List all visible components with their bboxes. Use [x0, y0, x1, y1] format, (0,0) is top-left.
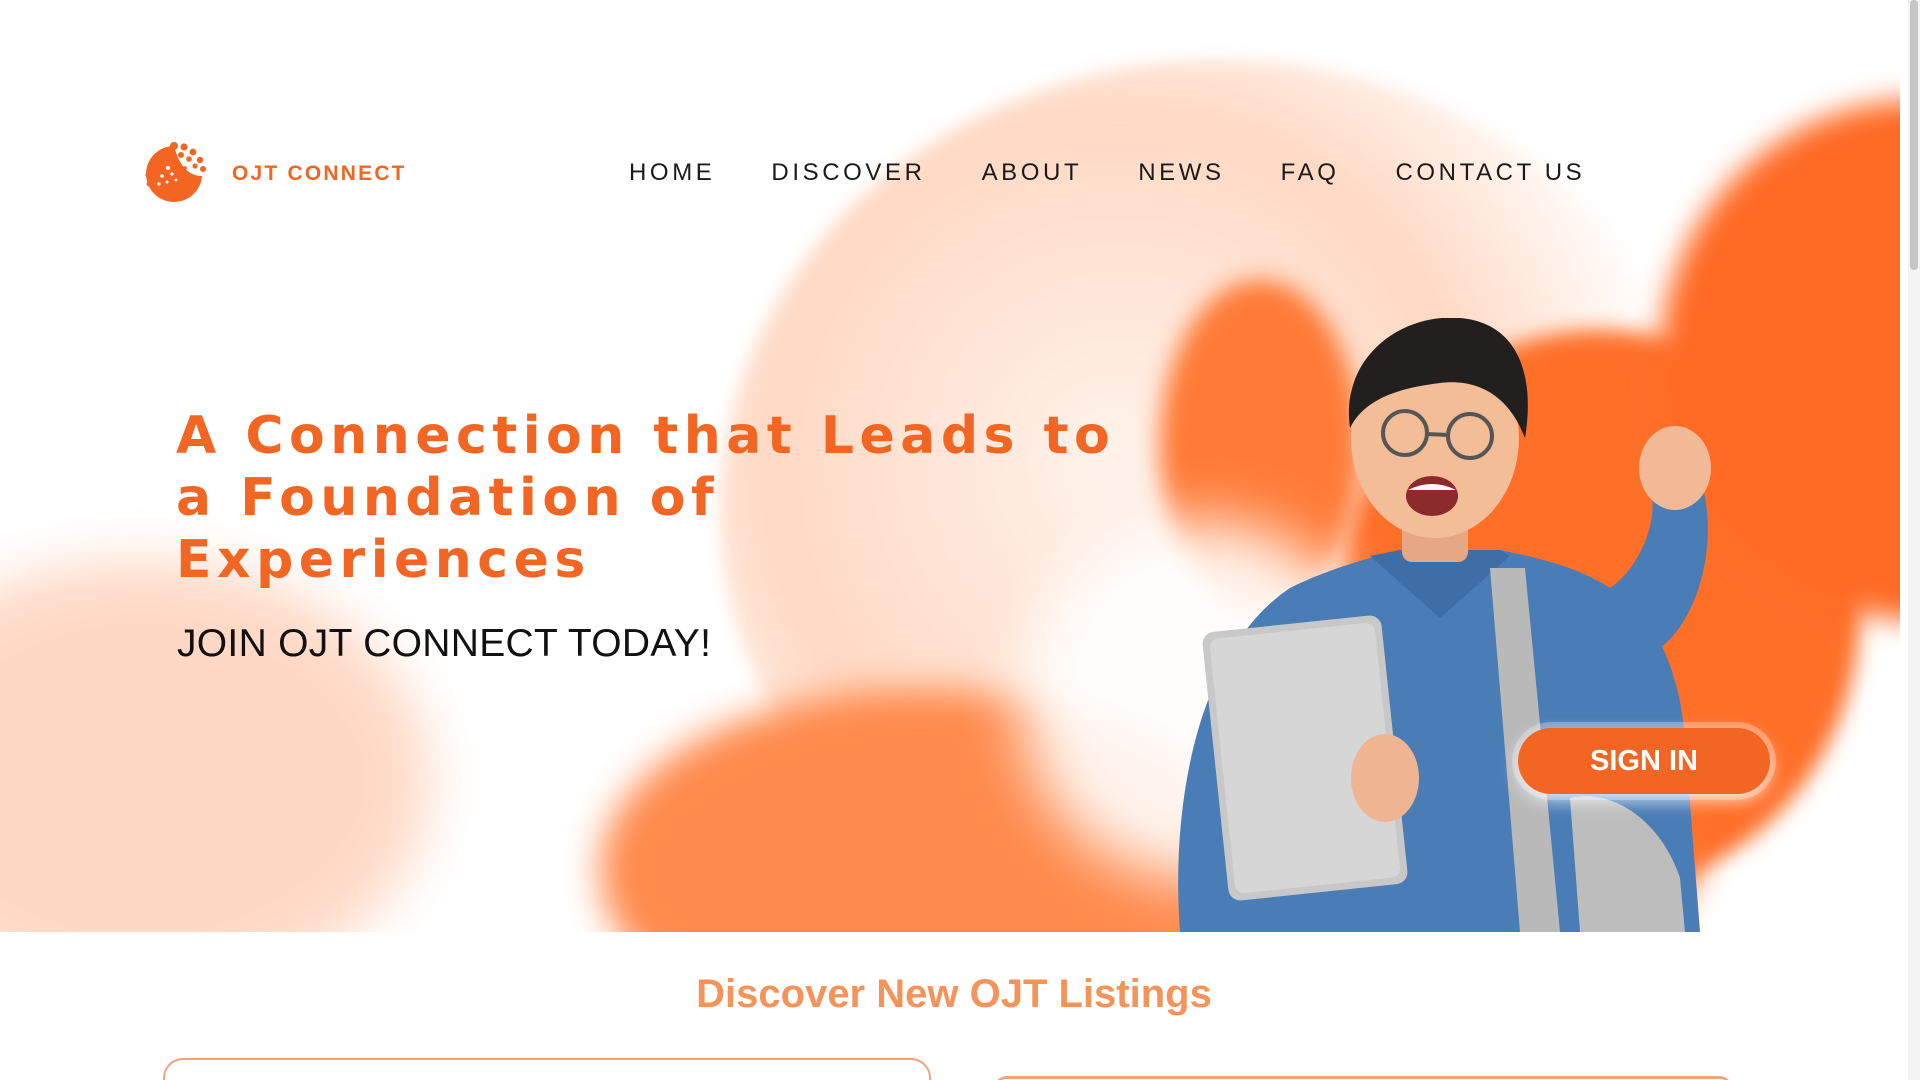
background-blob	[0, 560, 430, 932]
nav-about[interactable]: ABOUT	[982, 159, 1083, 187]
nav-home[interactable]: HOME	[629, 159, 715, 187]
nav-faq[interactable]: FAQ	[1281, 159, 1340, 187]
listing-card[interactable]	[993, 1076, 1733, 1080]
page-scrollbar[interactable]	[1908, 0, 1920, 1080]
nav-news[interactable]: NEWS	[1138, 159, 1224, 187]
student-photo	[1178, 318, 1711, 932]
listings-title: Discover New OJT Listings	[696, 972, 1212, 1016]
scrollbar-thumb[interactable]	[1910, 0, 1918, 270]
hero-subheadline: JOIN OJT CONNECT TODAY!	[177, 622, 712, 665]
hero-headline: A Connection that Leads to a Foundation …	[176, 406, 1116, 590]
dotted-globe-logo-icon	[145, 142, 206, 202]
listing-card[interactable]	[163, 1058, 931, 1080]
nav-discover[interactable]: DISCOVER	[771, 159, 925, 187]
main-navigation: HOME DISCOVER ABOUT NEWS FAQ CONTACT US	[629, 159, 1641, 187]
brand-logo[interactable]: OJT CONNECT	[138, 138, 407, 210]
nav-contact-us[interactable]: CONTACT US	[1395, 159, 1585, 187]
sign-in-button[interactable]: SIGN IN	[1518, 728, 1770, 794]
brand-name: OJT CONNECT	[232, 162, 407, 185]
